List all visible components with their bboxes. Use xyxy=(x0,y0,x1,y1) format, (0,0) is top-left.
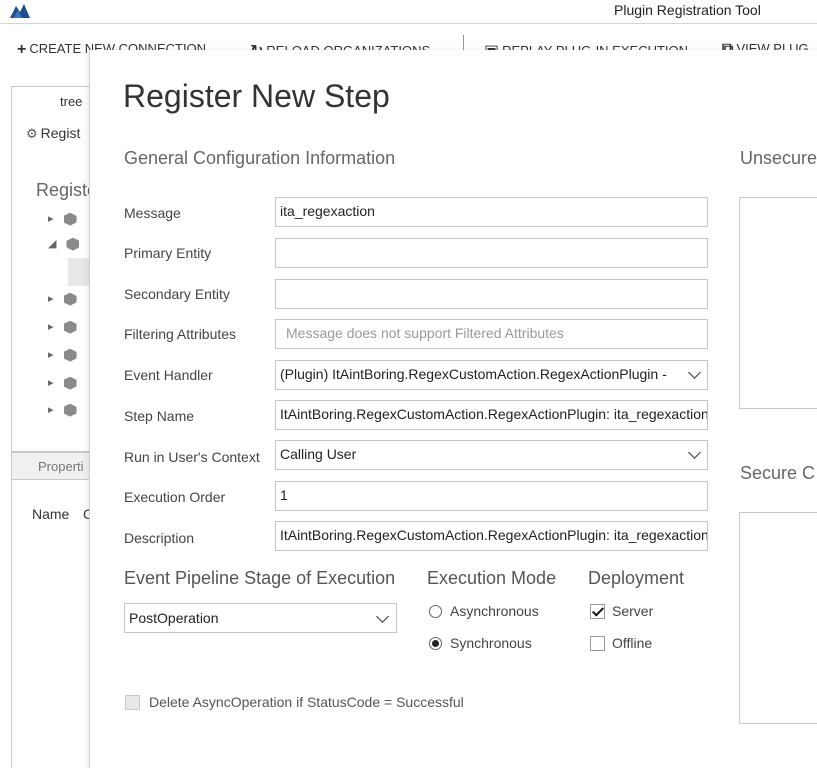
message-input[interactable]: ita_regexaction xyxy=(275,197,708,227)
secure-config-textarea[interactable] xyxy=(739,512,817,724)
asynchronous-radio[interactable] xyxy=(429,605,442,618)
secondary-entity-label: Secondary Entity xyxy=(124,286,230,302)
chevron-down-icon xyxy=(376,610,389,623)
assembly-icon xyxy=(63,212,77,226)
assembly-icon xyxy=(63,348,77,362)
step-name-label: Step Name xyxy=(124,408,195,424)
run-context-label: Run in User's Context xyxy=(124,449,260,465)
app-title: Plugin Registration Tool xyxy=(614,2,761,18)
assembly-icon xyxy=(63,376,77,390)
event-handler-label: Event Handler xyxy=(124,367,213,383)
tree-item[interactable]: ▸ xyxy=(48,348,77,362)
tree-item[interactable]: ▸ xyxy=(48,292,77,306)
offline-label[interactable]: Offline xyxy=(612,635,652,651)
assembly-icon xyxy=(66,237,80,251)
title-bar: Plugin Registration Tool xyxy=(0,0,817,24)
tree-item[interactable]: ▸ xyxy=(48,320,77,334)
server-checkbox[interactable] xyxy=(590,604,605,619)
event-handler-select[interactable]: (Plugin) ItAintBoring.RegexCustomAction.… xyxy=(275,360,708,390)
tree-item[interactable]: ▸ xyxy=(48,403,77,417)
run-context-value: Calling User xyxy=(280,446,357,462)
step-name-input[interactable]: ItAintBoring.RegexCustomAction.RegexActi… xyxy=(275,400,708,430)
general-config-heading: General Configuration Information xyxy=(124,148,396,168)
register-icon: ⚙ xyxy=(26,126,38,141)
primary-entity-label: Primary Entity xyxy=(124,245,212,261)
assembly-icon xyxy=(63,403,77,417)
execution-order-label: Execution Order xyxy=(124,489,226,505)
expand-arrow-icon: ▸ xyxy=(48,404,54,416)
plus-icon: + xyxy=(17,41,27,58)
pipeline-stage-value: PostOperation xyxy=(129,610,219,626)
run-context-select[interactable]: Calling User xyxy=(275,440,708,470)
properties-panel-border xyxy=(11,480,12,768)
execution-order-input[interactable]: 1 xyxy=(275,481,708,511)
assembly-icon xyxy=(63,292,77,306)
synchronous-label[interactable]: Synchronous xyxy=(450,635,532,651)
name-column-header[interactable]: Name xyxy=(32,506,69,522)
delete-async-checkbox[interactable] xyxy=(125,695,140,710)
offline-checkbox[interactable] xyxy=(590,636,605,651)
tree-item[interactable]: ◢ xyxy=(48,237,80,251)
app-window: Plugin Registration Tool + CREATE NEW CON… xyxy=(0,0,817,768)
server-label[interactable]: Server xyxy=(612,603,653,619)
filtering-attributes-label: Filtering Attributes xyxy=(124,326,237,342)
chevron-down-icon xyxy=(688,366,701,379)
pipeline-stage-heading: Event Pipeline Stage of Execution xyxy=(124,568,396,588)
message-label: Message xyxy=(124,205,181,221)
description-input[interactable]: ItAintBoring.RegexCustomAction.RegexActi… xyxy=(275,521,708,551)
expand-arrow-icon: ▸ xyxy=(48,377,54,389)
synchronous-radio[interactable] xyxy=(429,637,442,650)
chevron-down-icon xyxy=(688,446,701,459)
pipeline-stage-select[interactable]: PostOperation xyxy=(124,603,397,633)
expand-arrow-icon: ▸ xyxy=(48,213,54,225)
secondary-entity-input[interactable] xyxy=(275,279,708,309)
assembly-icon xyxy=(63,320,77,334)
tree-tab[interactable]: tree xyxy=(60,94,82,109)
tree-item[interactable]: ▸ xyxy=(48,376,77,390)
register-button[interactable]: ⚙ Regist xyxy=(26,125,80,142)
collapse-arrow-icon: ◢ xyxy=(48,238,57,250)
deployment-heading: Deployment xyxy=(588,568,685,588)
unsecure-config-heading: Unsecure xyxy=(740,148,817,168)
expand-arrow-icon: ▸ xyxy=(48,349,54,361)
delete-async-label: Delete AsyncOperation if StatusCode = Su… xyxy=(149,694,464,710)
expand-arrow-icon: ▸ xyxy=(48,293,54,305)
description-label: Description xyxy=(124,530,195,546)
dynamics-logo-icon xyxy=(10,4,30,18)
unsecure-config-textarea[interactable] xyxy=(739,197,817,409)
properties-label: Properti xyxy=(38,459,84,474)
expand-arrow-icon: ▸ xyxy=(48,321,54,333)
event-handler-value: (Plugin) ItAintBoring.RegexCustomAction.… xyxy=(280,366,667,382)
secure-config-heading: Secure C xyxy=(740,463,816,483)
asynchronous-label[interactable]: Asynchronous xyxy=(450,603,539,619)
register-label: Regist xyxy=(40,125,81,141)
tree-item[interactable]: ▸ xyxy=(48,212,77,226)
execution-mode-heading: Execution Mode xyxy=(427,568,557,588)
primary-entity-input[interactable] xyxy=(275,238,708,268)
filtering-attributes-input[interactable]: Message does not support Filtered Attrib… xyxy=(275,319,708,349)
dialog-title: Register New Step xyxy=(123,78,390,114)
registered-heading: Registe xyxy=(36,180,98,200)
